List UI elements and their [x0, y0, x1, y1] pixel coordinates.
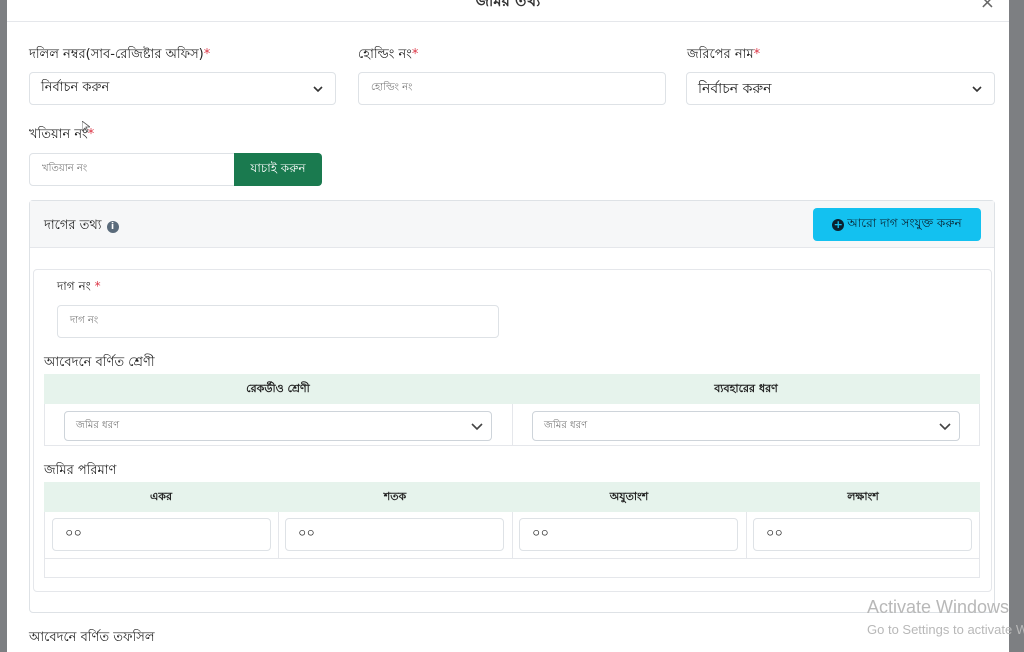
- column-divider: [278, 512, 279, 558]
- deed-number-label: দলিল নম্বর(সাব-রেজিষ্টার অফিস)*: [29, 47, 211, 62]
- amount-table-header: একর শতক অযুতাংশ লক্ষাংশ: [44, 482, 980, 512]
- amount-header-lakhangsha: লক্ষাংশ: [847, 489, 879, 503]
- holding-number-input[interactable]: হোল্ডিং নং: [358, 72, 666, 105]
- deed-number-select[interactable]: নির্বাচন করুন: [29, 72, 336, 105]
- chevron-down-icon: [972, 86, 982, 93]
- ajutangsha-input[interactable]: ০০: [519, 518, 738, 551]
- mouse-cursor-icon: [82, 121, 90, 133]
- amount-header-ajutangsha: অযুতাংশ: [609, 489, 649, 503]
- dag-number-label: দাগ নং *: [57, 279, 101, 293]
- class-header-recorded: রেকর্ডীও শ্রেণী: [246, 381, 310, 395]
- amount-header-acre: একর: [149, 489, 173, 503]
- shatak-input[interactable]: ০০: [285, 518, 504, 551]
- dag-card-title: দাগের তথ্য i: [44, 216, 119, 237]
- chevron-down-icon: [313, 86, 323, 93]
- add-more-dag-button[interactable]: + আরো দাগ সংযুক্ত করুন: [813, 208, 981, 241]
- class-table-body: জমির ধরণ জমির ধরণ: [44, 404, 980, 446]
- class-header-usage: ব্যবহারের ধরণ: [714, 381, 778, 395]
- survey-name-label: জরিপের নাম*: [687, 47, 761, 62]
- verify-button[interactable]: যাচাই করুন: [234, 153, 322, 186]
- right-frame-edge: [1009, 0, 1024, 652]
- dag-entry-panel: দাগ নং * দাগ নং আবেদনে বর্ণিত শ্রেণী রেক…: [33, 269, 992, 592]
- dag-card-header: দাগের তথ্য i + আরো দাগ সংযুক্ত করুন: [30, 201, 994, 248]
- column-divider: [746, 512, 747, 558]
- amount-section-label: জমির পরিমাণ: [44, 463, 117, 478]
- chevron-down-icon: [939, 423, 951, 431]
- class-section-label: আবেদনে বর্ণিত শ্রেণী: [44, 355, 155, 370]
- schedule-section-label: আবেদনে বর্ণিত তফসিল: [29, 630, 155, 645]
- recorded-class-select[interactable]: জমির ধরণ: [64, 411, 492, 441]
- chevron-down-icon: [471, 423, 483, 431]
- amount-table-body: ০০ ০০ ০০ ০০: [44, 512, 980, 578]
- usage-type-select[interactable]: জমির ধরণ: [532, 411, 960, 441]
- activate-windows-title: Activate Windows: [867, 597, 1010, 617]
- lakhangsha-input[interactable]: ০০: [753, 518, 972, 551]
- column-divider: [512, 404, 513, 445]
- dag-number-input[interactable]: দাগ নং: [57, 305, 499, 338]
- row-divider: [45, 558, 979, 559]
- holding-number-label: হোল্ডিং নং*: [358, 47, 419, 62]
- close-button[interactable]: ×: [980, 0, 995, 13]
- info-icon[interactable]: i: [106, 220, 119, 233]
- activate-windows-subtitle: Go to Settings to activate Windows.: [867, 622, 1024, 637]
- land-info-modal: জমির তথ্য × দলিল নম্বর(সাব-রেজিষ্টার অফি…: [7, 0, 1009, 652]
- left-frame-edge: [0, 0, 7, 652]
- column-divider: [512, 512, 513, 558]
- dag-info-card: দাগের তথ্য i + আরো দাগ সংযুক্ত করুন দাগ …: [29, 200, 995, 613]
- acre-input[interactable]: ০০: [52, 518, 271, 551]
- khatian-number-input[interactable]: খতিয়ান নং: [29, 153, 235, 186]
- plus-circle-icon: +: [832, 217, 845, 231]
- survey-name-select[interactable]: নির্বাচন করুন: [686, 72, 995, 105]
- amount-header-shatak: শতক: [383, 489, 407, 503]
- modal-header: জমির তথ্য ×: [7, 0, 1009, 22]
- class-table-header: রেকর্ডীও শ্রেণী ব্যবহারের ধরণ: [44, 374, 980, 404]
- modal-title: জমির তথ্য: [475, 0, 541, 10]
